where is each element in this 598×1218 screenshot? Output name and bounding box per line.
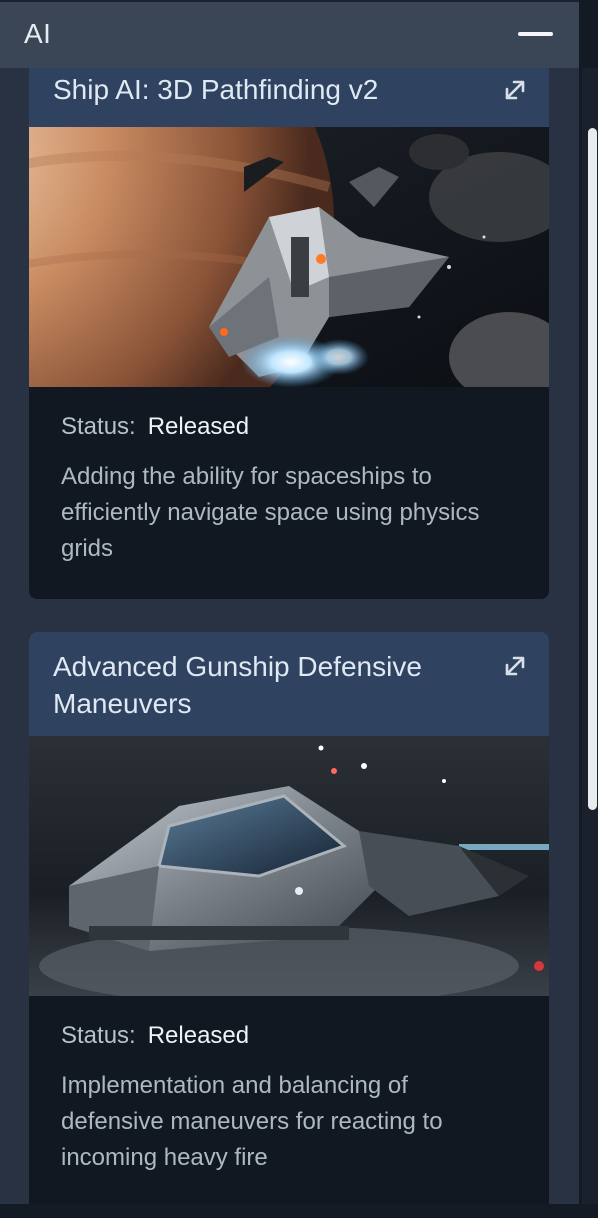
external-link-icon[interactable] bbox=[503, 78, 527, 102]
status-label: Status: bbox=[61, 1022, 136, 1049]
minus-icon[interactable] bbox=[518, 32, 553, 36]
card-body: Status: Released Implementation and balan… bbox=[29, 1020, 549, 1176]
status-badge: Released bbox=[147, 413, 250, 440]
status-badge: Released bbox=[147, 1022, 250, 1049]
card-description: Adding the ability for spaceships to eff… bbox=[61, 463, 480, 562]
card-list[interactable]: Ship AI: 3D Pathfinding v2 Status: Relea… bbox=[0, 68, 579, 1218]
roadmap-card[interactable]: Advanced Gunship Defensive Maneuvers Sta… bbox=[29, 632, 549, 1212]
panel-header[interactable]: AI bbox=[0, 0, 579, 68]
status-line: Status: Released bbox=[61, 411, 517, 443]
card-body: Status: Released Adding the ability for s… bbox=[29, 411, 549, 567]
status-label: Status: bbox=[61, 413, 136, 440]
external-link-icon[interactable] bbox=[503, 654, 527, 678]
card-description: Implementation and balancing of defensiv… bbox=[61, 1072, 443, 1171]
panel-title: AI bbox=[24, 18, 52, 49]
ai-panel: AI Ship AI: 3D Pathfinding v2 Status: Re… bbox=[0, 0, 579, 1218]
roadmap-card[interactable]: Ship AI: 3D Pathfinding v2 Status: Relea… bbox=[29, 68, 549, 599]
card-header[interactable]: Ship AI: 3D Pathfinding v2 bbox=[29, 68, 549, 127]
status-line: Status: Released bbox=[61, 1020, 517, 1052]
scrollbar-thumb[interactable] bbox=[588, 128, 597, 810]
card-title[interactable]: Advanced Gunship Defensive Maneuvers bbox=[53, 648, 489, 722]
gunship-in-hangar-image bbox=[29, 736, 549, 996]
card-title[interactable]: Ship AI: 3D Pathfinding v2 bbox=[53, 71, 489, 108]
bottom-edge bbox=[0, 1204, 598, 1218]
spaceship-near-planet-image bbox=[29, 127, 549, 387]
card-header[interactable]: Advanced Gunship Defensive Maneuvers bbox=[29, 632, 549, 736]
